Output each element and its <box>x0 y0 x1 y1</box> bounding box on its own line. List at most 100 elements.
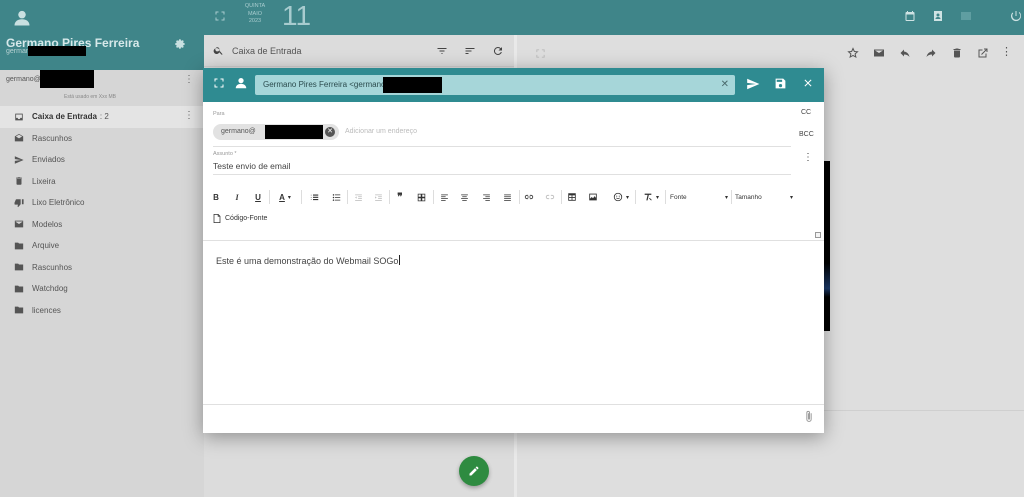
separator <box>519 190 520 204</box>
send-icon <box>14 156 24 164</box>
contacts-icon[interactable] <box>932 10 944 22</box>
search-icon[interactable] <box>213 45 224 56</box>
toolbar-collapse-handle[interactable] <box>815 232 821 238</box>
settings-gear-icon[interactable] <box>174 38 186 50</box>
indent-button[interactable] <box>371 188 385 206</box>
italic-button[interactable]: I <box>230 188 244 206</box>
table-button[interactable] <box>565 188 579 206</box>
pencil-icon <box>469 466 479 476</box>
date-block: QUINTA MAIO 2023 <box>240 3 270 26</box>
subject-input[interactable]: Teste envio de email <box>213 161 291 171</box>
folder-icon <box>14 263 24 271</box>
folder-menu-icon[interactable]: ⋮ <box>184 111 194 121</box>
blockquote-button[interactable]: ❞ <box>393 188 407 206</box>
forward-icon[interactable] <box>925 47 937 59</box>
folder-label: Watchdog <box>32 284 68 294</box>
open-external-icon[interactable] <box>977 47 989 59</box>
sort-icon[interactable] <box>464 45 476 57</box>
expand-icon[interactable] <box>214 10 226 22</box>
more-options-icon[interactable]: ⋮ <box>803 152 813 163</box>
folder-item-templates[interactable]: Modelos <box>0 214 204 236</box>
folder-label: Arquive <box>32 241 60 251</box>
unlink-icon <box>545 194 555 200</box>
drafts-icon <box>14 134 24 142</box>
save-icon[interactable] <box>774 77 787 90</box>
refresh-icon[interactable] <box>492 45 504 57</box>
align-center-button[interactable] <box>457 188 471 206</box>
outdent-button[interactable] <box>351 188 365 206</box>
separator <box>433 190 434 204</box>
redaction-box <box>383 77 442 93</box>
numbered-list-button[interactable] <box>307 188 321 206</box>
message-body[interactable]: Este é uma demonstração do Webmail SOGo <box>216 255 401 266</box>
unlink-button[interactable] <box>543 188 557 206</box>
separator <box>665 190 666 204</box>
redaction-box <box>265 125 323 139</box>
folder-label: Modelos <box>32 219 63 229</box>
bcc-button[interactable]: BCC <box>799 131 814 138</box>
from-field[interactable]: Germano Pires Ferreira <germano@ ✕ <box>255 75 735 95</box>
remove-format-button[interactable]: ▾ <box>639 188 663 206</box>
emoji-button[interactable]: ▾ <box>609 188 633 206</box>
mark-unread-icon[interactable] <box>873 47 885 59</box>
compose-button[interactable] <box>459 456 489 486</box>
compose-dialog: Germano Pires Ferreira <germano@ ✕ Para … <box>203 68 824 433</box>
add-address-input[interactable]: Adicionar um endereço <box>345 128 417 135</box>
folder-item-licences[interactable]: licences <box>0 300 204 322</box>
link-icon <box>524 194 534 200</box>
folder-label: Lixeira <box>32 176 56 186</box>
power-icon[interactable] <box>1010 10 1022 22</box>
folder-item-drafts[interactable]: Rascunhos <box>0 128 204 150</box>
account-menu-icon[interactable]: ⋮ <box>184 75 194 85</box>
list-toolbar: Caixa de Entrada <box>204 35 514 67</box>
folder-list: Caixa de Entrada : 2 ⋮ Rascunhos Enviado… <box>0 106 204 321</box>
attachment-icon[interactable] <box>804 410 814 423</box>
font-select[interactable]: Fonte ▾ <box>670 189 728 205</box>
filter-icon[interactable] <box>436 45 448 57</box>
remove-recipient-icon[interactable]: ✕ <box>325 127 335 137</box>
message-body-text: Este é uma demonstração do Webmail SOGo <box>216 256 399 266</box>
bulleted-list-button[interactable] <box>329 188 343 206</box>
folder-item-archive[interactable]: Arquive <box>0 235 204 257</box>
bold-button[interactable]: B <box>209 188 223 206</box>
size-select[interactable]: Tamanho ▾ <box>735 189 793 205</box>
date-weekday: QUINTA <box>244 3 266 9</box>
send-icon[interactable] <box>746 77 760 91</box>
star-icon[interactable] <box>847 47 859 59</box>
cc-button[interactable]: CC <box>801 109 811 116</box>
fullscreen-icon[interactable] <box>213 77 225 89</box>
block-container-button[interactable] <box>414 188 428 206</box>
editor-toolbar: B I U A ▾ ❞ ▾ ▾ Fonte ▾ Tamanho ▾ <box>209 188 794 206</box>
divider <box>203 404 824 405</box>
folder-item-drafts-2[interactable]: Rascunhos <box>0 257 204 279</box>
folder-item-trash[interactable]: Lixeira <box>0 171 204 193</box>
align-left-button[interactable] <box>437 188 451 206</box>
user-avatar-icon[interactable] <box>12 8 32 28</box>
quota-text: Está usado em Xxx MB <box>64 94 116 100</box>
clear-icon[interactable]: ✕ <box>721 79 729 90</box>
source-code-button[interactable]: Código-Fonte <box>213 214 267 223</box>
align-right-button[interactable] <box>479 188 493 206</box>
folder-item-inbox[interactable]: Caixa de Entrada : 2 ⋮ <box>0 106 204 128</box>
separator <box>635 190 636 204</box>
calendar-icon[interactable] <box>904 10 916 22</box>
recipient-chip[interactable]: germano@ er ✕ <box>213 124 339 140</box>
link-button[interactable] <box>522 188 536 206</box>
align-justify-button[interactable] <box>500 188 514 206</box>
separator <box>389 190 390 204</box>
folder-item-watchdog[interactable]: Watchdog <box>0 278 204 300</box>
more-options-icon[interactable]: ⋮ <box>1001 45 1012 58</box>
folder-item-junk[interactable]: Lixo Eletrônico <box>0 192 204 214</box>
text-color-button[interactable]: A ▾ <box>273 188 297 206</box>
compose-header: Germano Pires Ferreira <germano@ ✕ <box>203 68 824 102</box>
account-email[interactable]: germano@ <box>6 76 41 83</box>
close-icon[interactable] <box>802 77 814 89</box>
expand-icon[interactable] <box>535 48 546 59</box>
delete-icon[interactable] <box>951 47 963 59</box>
image-button[interactable] <box>586 188 600 206</box>
underline-button[interactable]: U <box>251 188 265 206</box>
folder-item-sent[interactable]: Enviados <box>0 149 204 171</box>
mail-app-icon[interactable] <box>960 10 972 22</box>
folder-icon <box>14 285 24 293</box>
reply-icon[interactable] <box>899 47 911 59</box>
